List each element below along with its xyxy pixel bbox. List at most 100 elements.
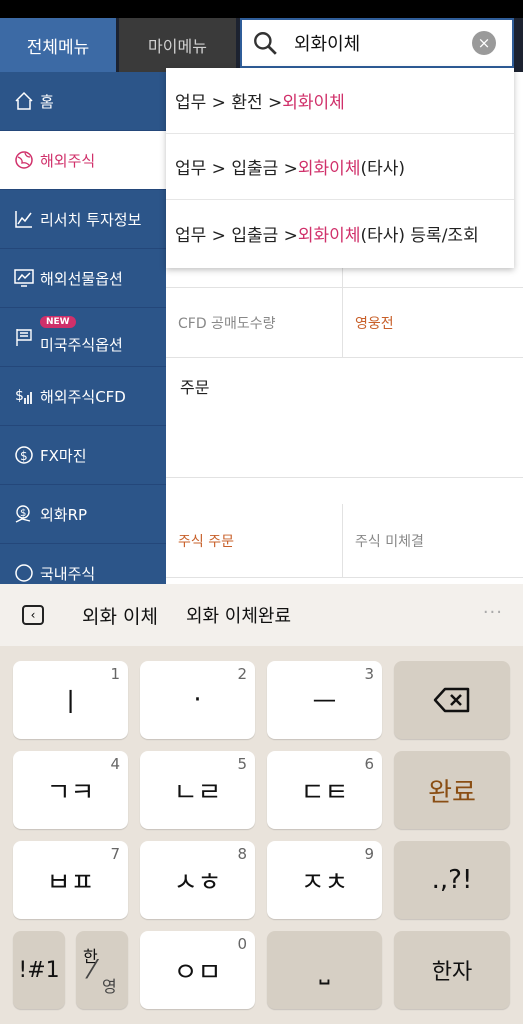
hanja-key[interactable]: 한자: [394, 931, 510, 1009]
key-o[interactable]: ㅇㅁ 0: [140, 931, 255, 1009]
sidebar-item-rp[interactable]: $ 외화RP: [0, 485, 166, 544]
key-label: ㄱㅋ: [46, 777, 95, 808]
sidebar-item-domestic[interactable]: 국내주식: [0, 544, 166, 584]
key-number: 0: [237, 935, 247, 953]
suggestion-suffix: (타사): [360, 159, 406, 179]
sidebar-item-research[interactable]: 리서치 투자정보: [0, 190, 166, 249]
dollar-bars-icon: $: [14, 386, 34, 406]
dollar-icon: $: [14, 445, 34, 465]
space-key[interactable]: ⎵: [267, 931, 382, 1009]
key-eu[interactable]: ㅡ3: [267, 661, 382, 739]
svg-text:$: $: [20, 449, 28, 463]
key-label: ㅅㅎ: [173, 867, 222, 898]
suggestion-item[interactable]: 업무 > 환전 > 외화이체: [166, 68, 514, 134]
suggestion-highlight: 외화이체: [282, 93, 345, 113]
keyboard-suggestion-bar: ‹ 외화 이체 외화 이체완료 ···: [0, 584, 523, 646]
key-label: ㄷㅌ: [300, 777, 349, 808]
suggestion-item[interactable]: 업무 > 입출금 > 외화이체 (타사) 등록/조회: [166, 200, 514, 266]
punctuation-key[interactable]: .,?!: [394, 841, 510, 919]
key-dot[interactable]: · 2: [140, 661, 255, 739]
suggestion-suffix: (타사) 등록/조회: [360, 225, 479, 246]
key-label: 완료: [428, 777, 476, 808]
sidebar-item-fx[interactable]: $ FX마진: [0, 426, 166, 485]
tab-all-menu[interactable]: 전체메뉴: [0, 18, 116, 72]
key-number: 9: [364, 845, 374, 863]
chart-icon: [14, 209, 34, 229]
suggestion-item[interactable]: 업무 > 입출금 > 외화이체 (타사): [166, 134, 514, 200]
menu-item-unfilled[interactable]: 주식 미체결: [343, 504, 523, 577]
key-b[interactable]: ㅂㅍ 7: [13, 841, 128, 919]
sidebar-item-overseas-stock[interactable]: 해외주식: [0, 131, 166, 190]
search-suggestions: 업무 > 환전 > 외화이체 업무 > 입출금 > 외화이체 (타사) 업무 > …: [166, 68, 514, 268]
menu-item-stock-order[interactable]: 주식 주문: [166, 504, 343, 577]
done-key[interactable]: 완료: [394, 751, 510, 829]
key-i[interactable]: ㅣ1: [13, 661, 128, 739]
sidebar-item-label: 국내주식: [40, 564, 96, 583]
clear-icon[interactable]: ×: [472, 31, 496, 55]
key-number: 8: [237, 845, 247, 863]
new-badge: NEW: [40, 316, 76, 328]
key-label-english: 영: [102, 977, 117, 996]
sidebar-item-home[interactable]: 홈: [0, 72, 166, 131]
space-icon: ⎵: [319, 954, 330, 985]
suggestion-highlight: 외화이체: [297, 159, 361, 179]
dollar-hand-icon: $: [14, 504, 34, 524]
key-label: ㅂㅍ: [46, 867, 95, 898]
slash-icon: ⁄: [90, 955, 95, 985]
section-order: 주문: [166, 358, 523, 478]
sidebar-item-cfd[interactable]: $ 해외주식CFD: [0, 367, 166, 426]
key-n[interactable]: ㄴㄹ 5: [140, 751, 255, 829]
key-label: ㄴㄹ: [173, 777, 222, 808]
tab-my-menu[interactable]: 마이메뉴: [119, 18, 236, 72]
key-s[interactable]: ㅅㅎ 8: [140, 841, 255, 919]
monitor-chart-icon: [14, 268, 34, 288]
keyboard: ㅣ1 · 2 ㅡ3 ㄱㅋ 4 ㄴㄹ 5 ㄷㅌ 6 완료 ㅂㅍ 7 ㅅㅎ 8 ㅈㅊ 9 .,?!…: [0, 646, 523, 1024]
symbol-key[interactable]: !#1: [13, 931, 65, 1009]
key-g[interactable]: ㄱㅋ 4: [13, 751, 128, 829]
key-number: 3: [364, 665, 374, 683]
key-label: 한자: [431, 960, 473, 985]
svg-text:$: $: [15, 388, 24, 404]
suggestion-path: 업무 > 환전 >: [175, 93, 283, 113]
sidebar-item-label: 리서치 투자정보: [40, 210, 142, 229]
key-label: ㅡ: [312, 687, 337, 718]
stock-icon: [14, 563, 34, 583]
svg-text:$: $: [20, 508, 26, 519]
sidebar-item-label: 외화RP: [40, 505, 88, 524]
key-d[interactable]: ㄷㅌ 6: [267, 751, 382, 829]
flag-icon: [14, 327, 34, 347]
backspace-key[interactable]: [394, 661, 510, 739]
more-icon[interactable]: ···: [483, 602, 503, 623]
sidebar-item-futures[interactable]: 해외선물옵션: [0, 249, 166, 308]
key-number: 6: [364, 755, 374, 773]
section-title: 주문: [180, 378, 210, 397]
suggestion-path: 업무 > 입출금 >: [175, 225, 298, 246]
menu-row: CFD 공매도수량 영웅전: [166, 288, 523, 358]
menu-item-heroes[interactable]: 영웅전: [343, 288, 523, 357]
suggestion-highlight: 외화이체: [297, 225, 361, 246]
key-label: ·: [193, 685, 202, 715]
sidebar-item-label: 해외주식: [40, 151, 96, 170]
search-icon: [254, 32, 277, 55]
key-number: 4: [110, 755, 120, 773]
search-input[interactable]: [292, 31, 456, 55]
keyboard-suggestion[interactable]: 외화 이체완료: [186, 602, 291, 628]
key-j[interactable]: ㅈㅊ 9: [267, 841, 382, 919]
menu-item-cfd-short[interactable]: CFD 공매도수량: [166, 288, 343, 357]
sidebar-item-label: 해외주식CFD: [40, 387, 126, 406]
key-number: 7: [110, 845, 120, 863]
language-key[interactable]: 한 ⁄ 영: [76, 931, 128, 1009]
key-label: ㅈㅊ: [300, 867, 349, 898]
sidebar-item-us-options[interactable]: NEW 미국주식옵션: [0, 308, 166, 367]
sidebar-item-label: 미국주식옵션: [40, 335, 123, 354]
key-label: !#1: [18, 957, 60, 983]
sidebar-item-label: 해외선물옵션: [40, 269, 123, 288]
sidebar-item-label: 홈: [40, 92, 54, 111]
key-number: 2: [237, 665, 247, 683]
backspace-icon: [433, 687, 470, 713]
keyboard-suggestion[interactable]: 외화 이체: [82, 602, 158, 629]
suggestion-path: 업무 > 입출금 >: [175, 159, 298, 179]
search-box: ×: [240, 18, 514, 68]
collapse-icon[interactable]: ‹: [22, 605, 44, 625]
globe-icon: [14, 150, 34, 170]
